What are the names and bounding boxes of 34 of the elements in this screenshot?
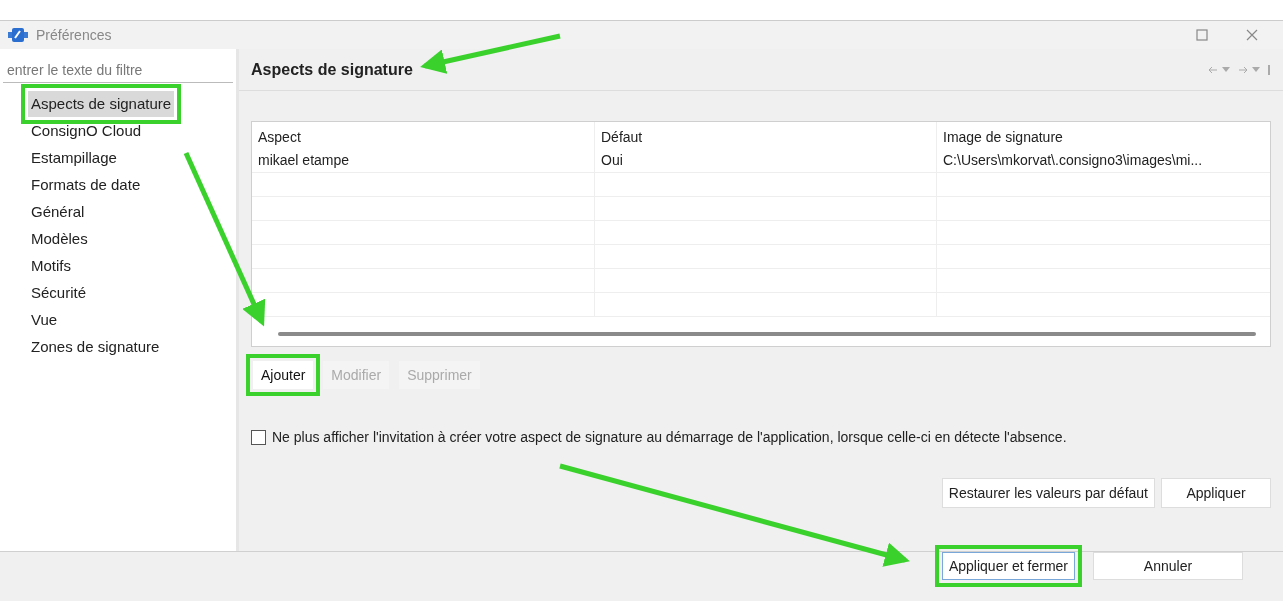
maximize-icon bbox=[1196, 29, 1208, 41]
sidebar-item[interactable]: Aspects de signature bbox=[28, 91, 175, 117]
column-header[interactable]: Défaut bbox=[594, 122, 936, 148]
sidebar-item[interactable]: Général bbox=[28, 199, 88, 225]
scrollbar[interactable] bbox=[278, 332, 1256, 336]
dialog-button[interactable]: Appliquer et fermer bbox=[941, 552, 1075, 580]
page-button[interactable]: Appliquer bbox=[1161, 478, 1271, 508]
table-cell: Oui bbox=[594, 148, 936, 172]
back-icon bbox=[1208, 65, 1218, 74]
column-header[interactable]: Image de signature bbox=[936, 122, 1270, 148]
column-header[interactable]: Aspect bbox=[252, 122, 594, 148]
forward-icon bbox=[1238, 65, 1248, 74]
sidebar-item[interactable]: Zones de signature bbox=[28, 334, 163, 360]
option-label: Ne plus afficher l'invitation à créer votre aspect de signature au démarrage de l'application, lorsque celle-ci en détecte l'absence. bbox=[272, 428, 1067, 447]
sidebar-item[interactable]: Sécurité bbox=[28, 280, 90, 306]
sidebar-item[interactable]: Modèles bbox=[28, 226, 91, 252]
sidebar-item[interactable]: Formats de date bbox=[28, 172, 144, 198]
page-button[interactable]: Restaurer les valeurs par défaut bbox=[941, 478, 1155, 508]
app-icon bbox=[8, 27, 28, 43]
dropdown-icon bbox=[1252, 66, 1260, 73]
menu-icon bbox=[1268, 64, 1271, 75]
dropdown-icon bbox=[1222, 66, 1230, 73]
page-title: Aspects de signature bbox=[251, 59, 413, 80]
table-cell-text: mikael etampe bbox=[257, 151, 351, 170]
sidebar-item[interactable]: Vue bbox=[28, 307, 61, 333]
dialog-button[interactable]: Annuler bbox=[1093, 552, 1243, 580]
checkbox[interactable] bbox=[251, 430, 266, 445]
sidebar-item[interactable]: ConsignO Cloud bbox=[28, 118, 145, 144]
sidebar-item[interactable]: Motifs bbox=[28, 253, 74, 279]
sidebar-item[interactable]: Estampillage bbox=[28, 145, 120, 171]
table-cell: C:\Users\mkorvat\.consigno3\images\mi... bbox=[936, 148, 1270, 172]
action-button[interactable]: Ajouter bbox=[253, 361, 314, 389]
close-icon bbox=[1246, 29, 1258, 41]
window-title: Préférences bbox=[36, 25, 112, 45]
